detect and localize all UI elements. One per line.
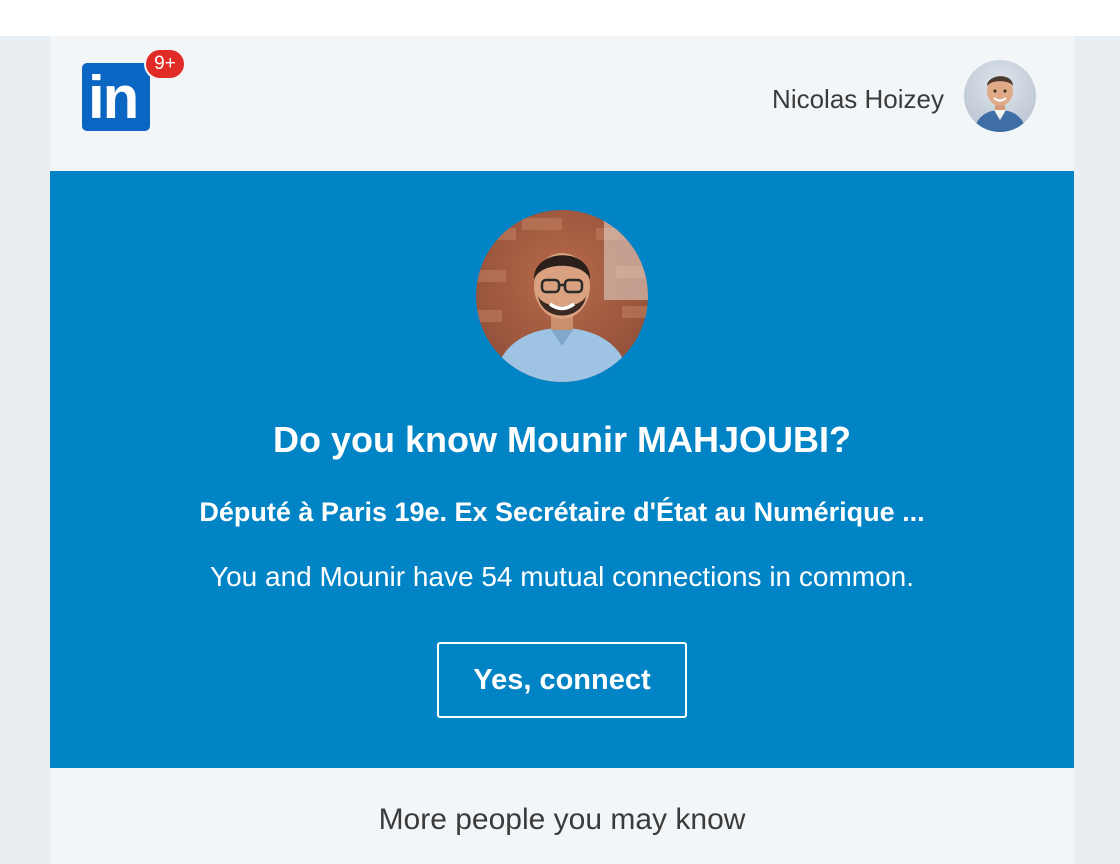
suggested-person-photo <box>476 210 648 382</box>
email-background: in 9+ Nicolas Hoizey Do you know Mounir … <box>0 36 1120 864</box>
linkedin-logo-text: in <box>88 64 139 131</box>
connect-button[interactable]: Yes, connect <box>437 642 687 718</box>
user-avatar[interactable] <box>964 60 1036 132</box>
linkedin-logo[interactable]: in <box>82 63 150 131</box>
suggestion-panel: Do you know Mounir MAHJOUBI? Député à Pa… <box>50 171 1074 768</box>
notification-badge: 9+ <box>144 48 186 80</box>
suggestion-title: Do you know Mounir MAHJOUBI? <box>273 419 851 460</box>
more-people-heading: More people you may know <box>378 803 746 836</box>
email-card: in 9+ Nicolas Hoizey Do you know Mounir … <box>50 36 1074 864</box>
suggested-person-avatar[interactable] <box>476 210 648 382</box>
user-avatar-photo <box>964 60 1036 132</box>
mutual-connections-text: You and Mounir have 54 mutual connection… <box>209 561 915 592</box>
user-name[interactable]: Nicolas Hoizey <box>772 84 944 115</box>
suggestion-headline: Député à Paris 19e. Ex Secrétaire d'État… <box>199 497 925 527</box>
email-header: in 9+ Nicolas Hoizey <box>50 36 1074 171</box>
